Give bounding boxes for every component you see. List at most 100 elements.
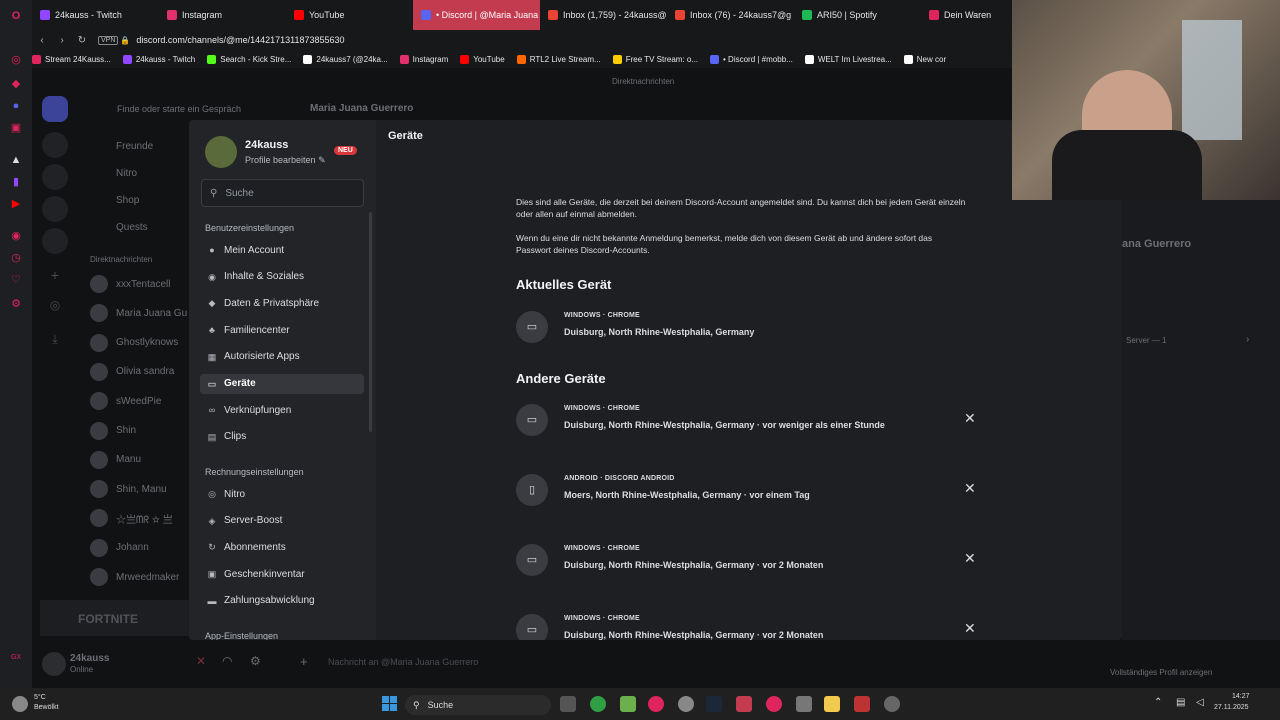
sidebar-app-icon[interactable]: ◎ (8, 52, 24, 68)
gear-icon[interactable]: ⚙ (250, 654, 261, 668)
back-icon[interactable]: ‹ (32, 35, 52, 46)
add-server-icon[interactable]: + (42, 262, 68, 288)
chevron-right-icon[interactable]: › (1246, 334, 1249, 345)
bookmark-item[interactable]: Stream 24Kauss... (32, 54, 111, 64)
settings-nav-item[interactable]: ▣ Geschenkinventar (200, 564, 364, 584)
browser-tab[interactable]: ARI50 | Spotify (794, 0, 921, 30)
sidebar-app-icon[interactable]: ◉ (8, 228, 24, 244)
browser-tab[interactable]: 24kauss - Twitch (32, 0, 159, 30)
weather-icon[interactable] (12, 696, 28, 712)
opera-icon[interactable] (766, 696, 782, 712)
app-icon[interactable] (854, 696, 870, 712)
dm-list-item[interactable]: Maria Juana Gu (90, 304, 187, 323)
explore-icon[interactable]: ◎ (42, 292, 68, 318)
bookmark-item[interactable]: 24kauss - Twitch (122, 54, 195, 64)
browser-tab[interactable]: Dein Waren (921, 0, 1011, 30)
clock-date[interactable]: 27.11.2025 (1214, 704, 1249, 711)
settings-nav-item[interactable]: ▦ Autorisierte Apps (200, 347, 364, 367)
bookmark-item[interactable]: New cor (903, 54, 946, 64)
download-icon[interactable]: ⤓ (42, 326, 68, 352)
file-explorer-icon[interactable] (824, 696, 840, 712)
settings-nav-item[interactable]: ◆ Daten & Privatsphäre (200, 293, 364, 313)
youtube-icon[interactable]: ▶ (8, 196, 24, 212)
bookmark-item[interactable]: 24kauss7 (@24ka... (303, 54, 388, 64)
browser-tab[interactable]: • Discord | @Maria Juana (413, 0, 540, 30)
browser-tab[interactable]: Inbox (1,759) - 24kauss@ (540, 0, 667, 30)
avatar[interactable] (42, 652, 66, 676)
settings-nav-item[interactable]: ∞ Verknüpfungen (200, 400, 364, 420)
bookmark-item[interactable]: RTL2 Live Stream... (516, 54, 601, 64)
calculator-icon[interactable] (620, 696, 636, 712)
forward-icon[interactable]: › (52, 35, 72, 46)
sidebar-item-friends[interactable]: Freunde (90, 137, 153, 155)
gx-icon[interactable]: GX (8, 650, 24, 666)
app-icon[interactable] (648, 696, 664, 712)
full-profile-link[interactable]: Vollständiges Profil anzeigen (1110, 668, 1212, 677)
bookmark-item[interactable]: • Discord | #mobb... (710, 54, 793, 64)
taskbar-search-input[interactable]: ⚲ Suche (405, 695, 551, 715)
headphones-icon[interactable]: ◠ (222, 654, 232, 668)
browser-tab[interactable]: Instagram (159, 0, 286, 30)
bookmark-item[interactable]: Free TV Stream: o... (612, 54, 698, 64)
opera-gx-icon[interactable] (736, 696, 752, 712)
twitch-icon[interactable]: ▮ (8, 174, 24, 190)
app-icon[interactable] (678, 696, 694, 712)
bookmark-item[interactable]: Search - Kick Stre... (207, 54, 291, 64)
sidebar-item-nitro[interactable]: Nitro (90, 164, 137, 182)
browser-tab[interactable]: YouTube (286, 0, 413, 30)
clock-time[interactable]: 14:27 (1232, 693, 1250, 700)
settings-icon[interactable] (884, 696, 900, 712)
dm-list-item[interactable]: Mrweedmaker (90, 568, 179, 586)
close-icon[interactable]: ✕ (964, 620, 976, 637)
history-icon[interactable]: ◷ (8, 250, 24, 266)
dm-list-item[interactable]: Olivia sandra (90, 362, 174, 381)
network-icon[interactable]: ▤ (1176, 697, 1185, 708)
sidebar-item-quests[interactable]: Quests (90, 218, 148, 236)
sidebar-scrollbar[interactable] (369, 212, 372, 432)
settings-nav-item[interactable]: ◎ Nitro (200, 484, 364, 504)
dm-list-item[interactable]: Ghostlyknows (90, 333, 178, 352)
settings-nav-item[interactable]: ▤ Clips (200, 427, 364, 447)
settings-search-input[interactable]: ⚲ Suche (201, 179, 364, 207)
message-input[interactable]: Nachricht an @Maria Juana Guerrero (328, 657, 478, 667)
close-icon[interactable]: ✕ (964, 480, 976, 497)
steam-icon[interactable] (706, 696, 722, 712)
settings-nav-item[interactable]: ◉ Inhalte & Soziales (200, 267, 364, 287)
dm-list-item[interactable]: Manu (90, 450, 141, 469)
dm-list-item[interactable]: sWeedPie (90, 392, 161, 411)
server-icon[interactable] (42, 228, 68, 254)
url-field[interactable]: discord.com/channels/@me/144217131187385… (136, 35, 344, 45)
settings-nav-item[interactable]: ↻ Abonnements (200, 537, 364, 557)
settings-nav-item[interactable]: ● Mein Account (200, 240, 364, 260)
avatar[interactable] (205, 136, 237, 168)
settings-icon[interactable]: ⚙ (8, 296, 24, 312)
mouse-app-icon[interactable] (796, 696, 812, 712)
bookmark-item[interactable]: WELT Im Livestrea... (804, 54, 892, 64)
sidebar-app-icon[interactable]: ▣ (8, 120, 24, 136)
dm-list-item[interactable]: ☆亗ᗰᖇ ☆ 亗 (90, 509, 173, 528)
dm-list-item[interactable]: xxxTentacell (90, 275, 170, 293)
dm-list-item[interactable]: Shin (90, 421, 136, 440)
add-attachment-icon[interactable]: + (300, 654, 308, 669)
sidebar-app-icon[interactable]: ▲ (8, 152, 24, 168)
dm-list-item[interactable]: Johann (90, 538, 149, 557)
sidebar-item-shop[interactable]: Shop (90, 191, 139, 209)
settings-nav-item[interactable]: ♣ Familiencenter (200, 320, 364, 340)
server-icon[interactable] (42, 132, 68, 158)
windows-start-icon[interactable] (382, 696, 398, 712)
task-view-icon[interactable] (560, 696, 576, 712)
settings-nav-item[interactable]: ▭ Geräte (200, 373, 364, 394)
opera-logo-icon[interactable]: O (8, 8, 24, 24)
home-icon[interactable] (42, 96, 68, 122)
settings-nav-item[interactable]: ▬ Zahlungsabwicklung (200, 591, 364, 611)
chevron-up-icon[interactable]: ⌃ (1154, 697, 1162, 708)
chrome-icon[interactable] (590, 696, 606, 712)
close-icon[interactable]: ✕ (964, 550, 976, 567)
browser-tab[interactable]: Inbox (76) - 24kauss7@g (667, 0, 794, 30)
vpn-badge[interactable]: VPN (98, 35, 119, 45)
settings-nav-item[interactable]: ◈ Server-Boost (200, 511, 364, 531)
sidebar-app-icon[interactable]: ◆ (8, 76, 24, 92)
reload-icon[interactable]: ↻ (72, 35, 92, 46)
edit-profile-link[interactable]: Profile bearbeiten ✎ (245, 155, 326, 166)
server-icon[interactable] (42, 164, 68, 190)
